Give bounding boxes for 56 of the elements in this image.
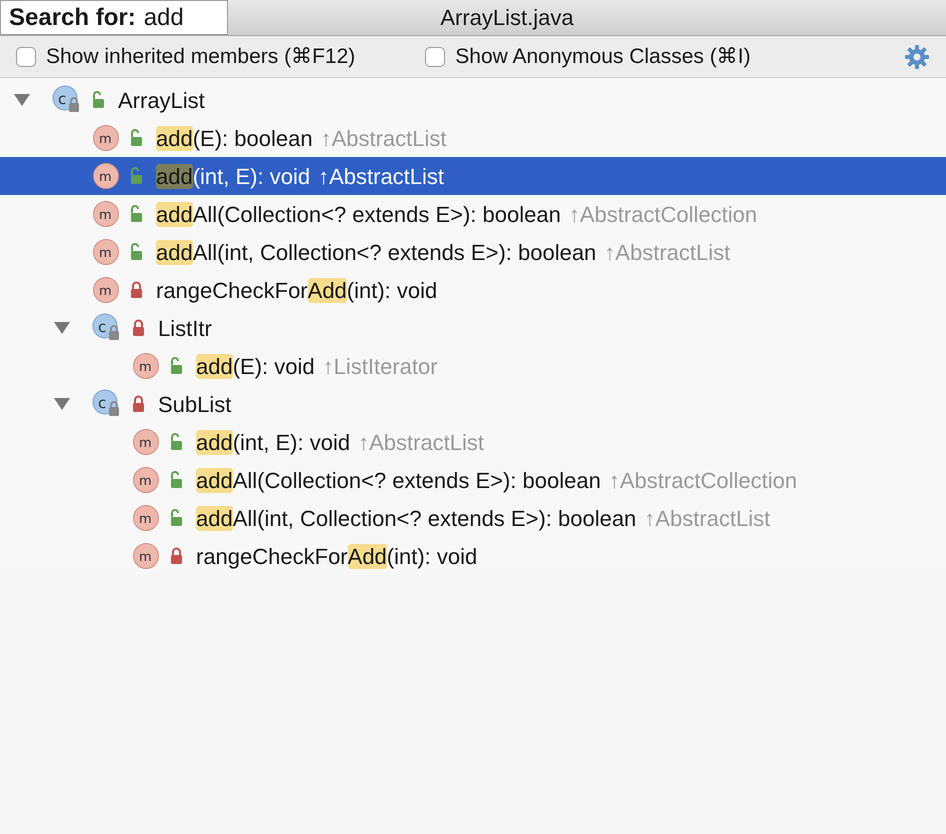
tree-row[interactable]: m addAll(Collection<? extends E>): boolean ↑AbstractCollection xyxy=(0,461,946,499)
method-signature: add(int, E): void xyxy=(196,428,350,456)
method-signature: addAll(int, Collection<? extends E>): boolean xyxy=(156,238,596,266)
method-icon: m xyxy=(92,238,120,266)
method-icon: m xyxy=(92,124,120,152)
class-name: ListItr xyxy=(158,314,212,342)
method-signature: addAll(Collection<? extends E>): boolean xyxy=(196,466,601,494)
tree-row[interactable]: m addAll(int, Collection<? extends E>): boolean ↑AbstractList xyxy=(0,233,946,271)
inherited-from: ↑AbstractList xyxy=(644,504,770,532)
method-signature: rangeCheckForAdd(int): void xyxy=(156,276,438,305)
inherited-from: ↑AbstractList xyxy=(320,124,447,152)
window-title: ArrayList.java xyxy=(440,4,574,32)
checkbox[interactable] xyxy=(425,46,446,66)
tree-row[interactable]: m addAll(Collection<? extends E>): boolean ↑AbstractCollection xyxy=(0,195,946,233)
search-field[interactable]: Search for: add xyxy=(0,0,228,35)
search-value: add xyxy=(144,2,184,32)
tree-row[interactable]: c ListItr xyxy=(0,309,946,347)
tree-row[interactable]: m add(E): boolean ↑AbstractList xyxy=(0,119,946,157)
method-signature: rangeCheckForAdd(int): void xyxy=(196,542,478,571)
class-name: ArrayList xyxy=(118,86,205,115)
method-signature: addAll(Collection<? extends E>): boolean xyxy=(156,200,561,228)
method-signature: add(E): void xyxy=(196,352,315,380)
class-name: SubList xyxy=(158,390,232,418)
inherited-from: ↑AbstractList xyxy=(318,162,444,190)
search-label: Search for: xyxy=(9,2,136,32)
method-icon: m xyxy=(132,542,160,570)
inherited-from: ↑AbstractCollection xyxy=(568,200,758,228)
expand-arrow-icon[interactable] xyxy=(53,397,71,411)
method-icon: m xyxy=(132,428,160,456)
tree-row[interactable]: m rangeCheckForAdd(int): void xyxy=(0,271,946,309)
inherited-from: ↑AbstractList xyxy=(358,428,484,456)
checkbox-label: Show inherited members (⌘F12) xyxy=(46,44,356,70)
checkbox[interactable] xyxy=(16,46,36,66)
checkbox-label: Show Anonymous Classes (⌘I) xyxy=(455,44,751,70)
method-signature: add(int, E): void xyxy=(156,162,310,190)
expand-arrow-icon[interactable] xyxy=(13,93,31,107)
inherited-from: ↑AbstractCollection xyxy=(608,466,798,494)
settings-icon[interactable] xyxy=(904,44,930,70)
method-icon: m xyxy=(132,504,160,532)
method-icon: m xyxy=(92,200,120,228)
method-signature: add(E): boolean xyxy=(156,124,313,152)
method-icon: m xyxy=(92,276,120,304)
tree-row[interactable]: m add(int, E): void ↑AbstractList xyxy=(0,157,946,195)
tree-row[interactable]: c ArrayList xyxy=(0,81,946,119)
method-icon: m xyxy=(92,162,120,190)
tree-row[interactable]: m addAll(int, Collection<? extends E>): boolean ↑AbstractList xyxy=(0,499,946,537)
method-icon: m xyxy=(132,352,160,380)
method-icon: m xyxy=(132,466,160,494)
tree-row[interactable]: m add(E): void ↑ListIterator xyxy=(0,347,946,385)
inherited-from: ↑AbstractList xyxy=(604,238,730,266)
tree-row[interactable]: m rangeCheckForAdd(int): void xyxy=(0,537,946,575)
tree-row[interactable]: c SubList xyxy=(0,385,946,423)
expand-arrow-icon[interactable] xyxy=(53,321,71,335)
inherited-from: ↑ListIterator xyxy=(322,352,438,380)
tree-row[interactable]: m add(int, E): void ↑AbstractList xyxy=(0,423,946,461)
method-signature: addAll(int, Collection<? extends E>): boolean xyxy=(196,504,636,532)
